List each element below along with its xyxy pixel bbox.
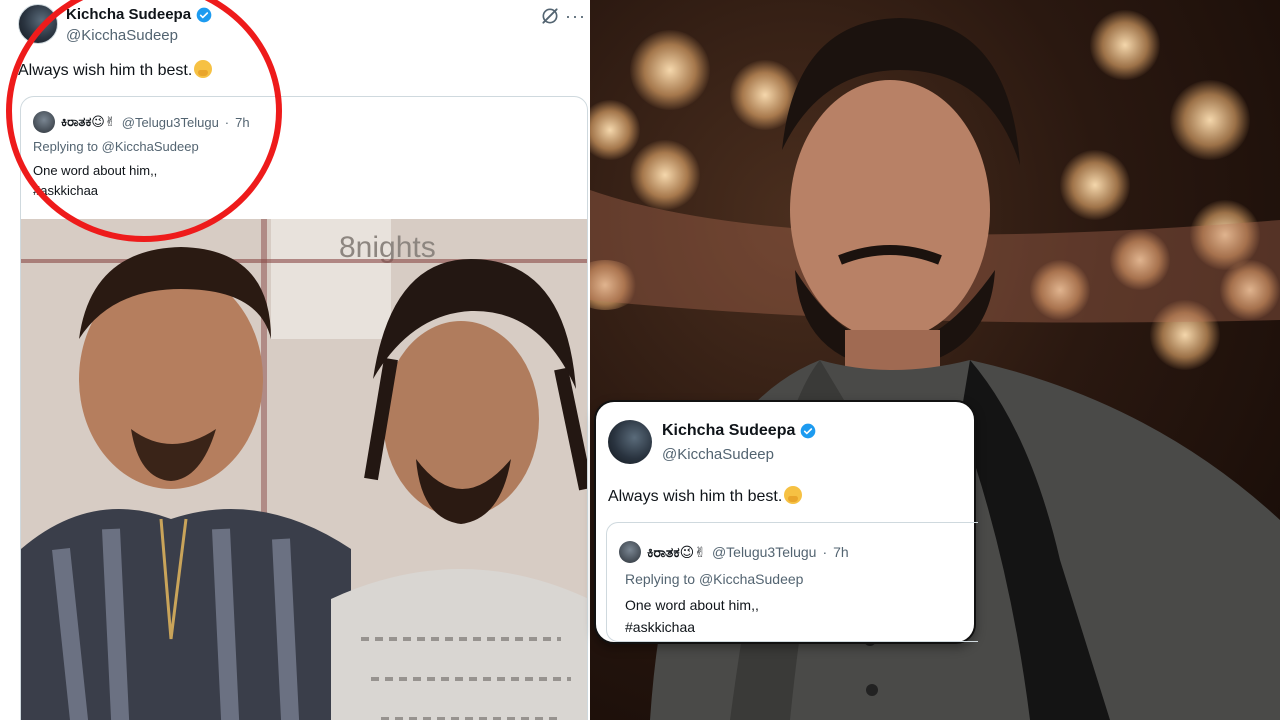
hugging-face-emoji-icon [784,486,803,504]
overlay-quoted-header: ಕಿರಾತಕ😉✌ @Telugu3Telugu · 7h [619,541,849,563]
photo-illustration: 8nights [21,219,587,720]
overlay-quoted-handle[interactable]: @Telugu3Telugu [712,544,817,560]
overlay-quoted-hashtag[interactable]: #askkichaa [625,619,695,635]
overlay-replying-to-handle[interactable]: @KicchaSudeep [699,571,804,587]
overlay-avatar[interactable] [608,420,652,464]
overlay-replying-to-line: Replying to @KicchaSudeep [625,571,803,587]
overlay-quoted-time[interactable]: 7h [833,544,849,560]
verified-badge-icon [801,423,816,439]
overlay-tweet-text: Always wish him th best. [608,486,803,506]
overlay-quoted-separator: · [822,544,828,560]
overlay-quoted-avatar[interactable] [619,541,641,563]
grok-icon[interactable] [540,6,560,26]
overlay-display-name[interactable]: Kichcha Sudeepa [662,422,795,440]
overlay-quoted-text-line1: One word about him,, [625,597,759,613]
more-options-icon[interactable]: ··· [565,6,586,26]
overlay-tweet-card[interactable]: Kichcha Sudeepa @KicchaSudeep Always wis… [594,400,978,644]
overlay-name-row: Kichcha Sudeepa [662,422,816,440]
overlay-handle[interactable]: @KicchaSudeep [662,446,774,463]
attached-photo[interactable]: 8nights [21,219,587,720]
overlay-quoted-name[interactable]: ಕಿರಾತಕ😉✌ [647,544,706,561]
left-screenshot-panel: Kichcha Sudeepa @KicchaSudeep ··· Always… [0,0,590,720]
overlay-quoted-tweet[interactable]: ಕಿರಾತಕ😉✌ @Telugu3Telugu · 7h Replying to… [606,522,978,642]
overlay-tweet-text-content: Always wish him th best. [608,488,783,505]
overlay-replying-to-prefix: Replying to [625,571,696,587]
